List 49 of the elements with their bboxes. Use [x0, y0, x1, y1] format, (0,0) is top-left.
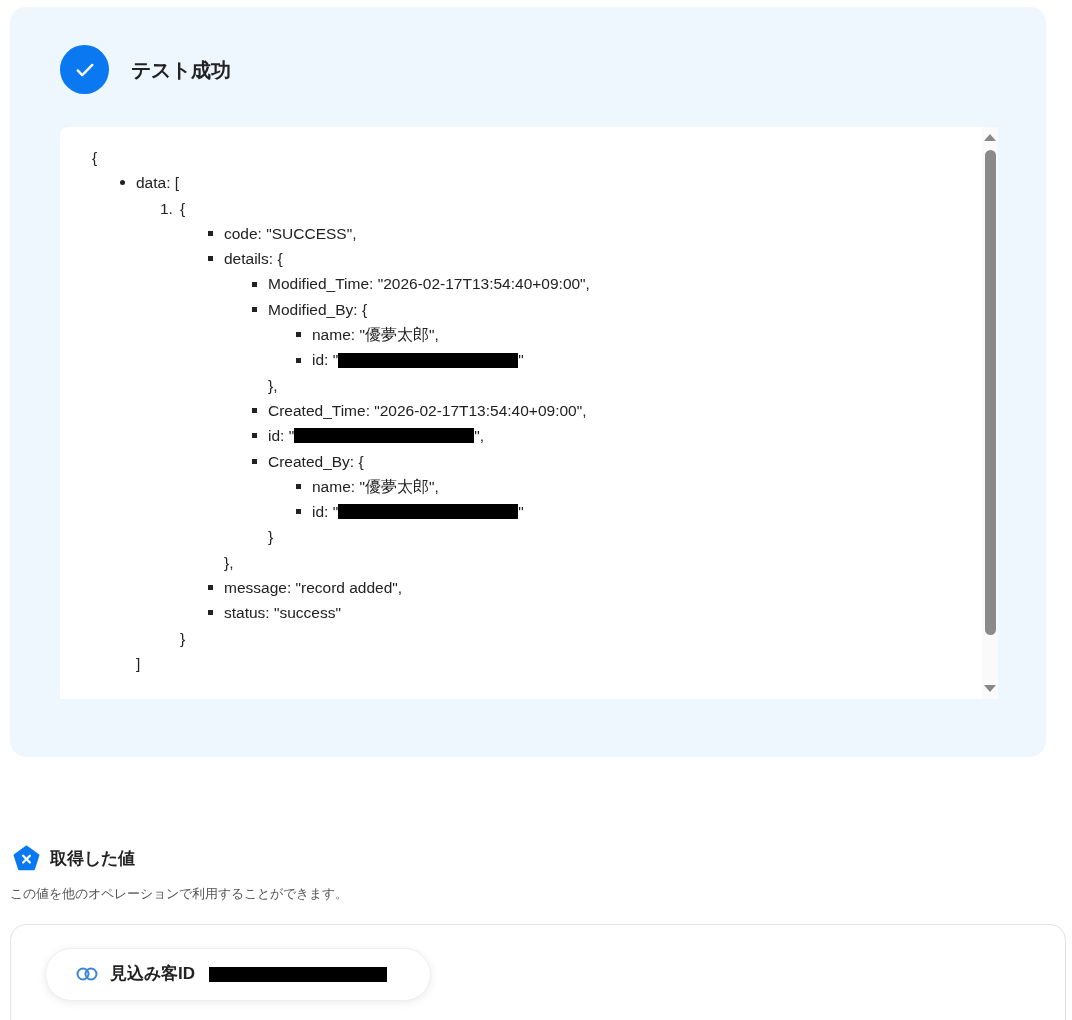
section-description: この値を他のオペレーションで利用することができます。: [10, 885, 349, 903]
bullet-icon: [208, 610, 213, 616]
bullet-icon: [252, 281, 257, 287]
bullet-icon: [252, 408, 257, 414]
bullet-icon: [120, 180, 125, 186]
bullet-icon: [252, 306, 257, 312]
json-text: details: {: [224, 249, 283, 270]
json-text: Created_By: {: [268, 451, 364, 472]
json-text: id: ": [268, 426, 295, 447]
json-text: },: [224, 552, 234, 573]
json-text: {: [180, 198, 186, 219]
json-text: id: ": [312, 350, 339, 371]
scroll-up-icon: [984, 133, 996, 141]
json-text: }: [268, 527, 274, 548]
bullet-icon: [208, 585, 213, 591]
json-text: data: [: [136, 173, 180, 194]
list-number: 1.: [160, 198, 174, 219]
bullet-icon: [296, 509, 301, 515]
bullet-icon: [296, 484, 301, 489]
json-text: message: "record added",: [224, 578, 403, 599]
json-text: ": [518, 350, 524, 371]
bullet-icon: [208, 256, 213, 262]
json-text: }: [180, 628, 186, 649]
check-icon: [60, 45, 109, 94]
json-text: status: "success": [224, 603, 341, 624]
value-label: 見込み客ID: [110, 963, 195, 986]
json-text: Created_Time: "2026-02-17T13:54:40+09:00",: [268, 400, 587, 421]
variable-icon: [13, 845, 40, 872]
bullet-icon: [208, 231, 213, 237]
json-text: name: "優夢太郎",: [312, 325, 439, 346]
json-text: Modified_Time: "2026-02-17T13:54:40+09:00",: [268, 274, 590, 295]
json-text: },: [268, 375, 278, 396]
json-text: ",: [474, 426, 484, 447]
json-text: {: [92, 148, 98, 168]
value-chip[interactable]: 見込み客ID: [45, 947, 431, 1001]
section-title: 取得した値: [50, 847, 135, 870]
json-text: id: ": [312, 502, 339, 523]
json-text: ": [518, 502, 524, 523]
json-text: ]: [136, 653, 141, 674]
scroll-down-icon: [984, 685, 996, 693]
bullet-icon: [252, 433, 257, 439]
bullet-icon: [296, 332, 301, 338]
json-text: Modified_By: {: [268, 299, 368, 320]
bullet-icon: [296, 357, 301, 363]
json-text: code: "SUCCESS",: [224, 223, 357, 244]
status-title: テスト成功: [131, 57, 231, 83]
bullet-icon: [252, 458, 257, 464]
json-text: name: "優夢太郎",: [312, 476, 439, 497]
link-icon: [76, 967, 98, 981]
